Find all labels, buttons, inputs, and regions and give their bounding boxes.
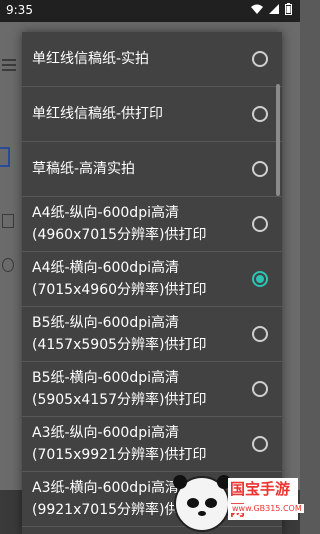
scrollbar[interactable]	[276, 84, 280, 196]
paper-option-label: A3纸-纵向-600dpi高清 (7015x9921分辨率)供打印	[32, 425, 207, 463]
radio-unchecked-icon[interactable]	[252, 51, 268, 67]
watermark-url: www.GB315.COM	[230, 504, 304, 513]
paper-option[interactable]: 单红线信稿纸-供打印	[22, 87, 282, 142]
status-time: 9:35	[6, 3, 33, 17]
option-list: 单红线信稿纸-实拍 单红线信稿纸-供打印 草稿纸-高清实拍 A4纸-纵向-600dpi…	[22, 32, 282, 527]
radio-unchecked-icon[interactable]	[252, 161, 268, 177]
status-icons	[251, 3, 292, 15]
panda-logo-icon	[173, 475, 231, 532]
paper-option[interactable]: B5纸-纵向-600dpi高清 (4157x5905分辨率)供打印	[22, 307, 282, 362]
radio-unchecked-icon[interactable]	[252, 106, 268, 122]
watermark: 国宝手游网 www.GB315.COM	[170, 470, 304, 532]
radio-unchecked-icon[interactable]	[252, 326, 268, 342]
battery-icon	[285, 3, 292, 15]
status-bar: 9:35	[0, 0, 300, 22]
paper-option[interactable]: 草稿纸-高清实拍	[22, 142, 282, 197]
watermark-brand: 国宝手游网	[228, 478, 298, 520]
paper-option-label: 草稿纸-高清实拍	[32, 161, 136, 177]
paper-option[interactable]: 单红线信稿纸-实拍	[22, 32, 282, 87]
radio-unchecked-icon[interactable]	[252, 216, 268, 232]
wifi-icon	[251, 4, 263, 14]
background-radio-icon	[2, 258, 14, 272]
menu-icon	[2, 56, 16, 74]
radio-unchecked-icon[interactable]	[252, 381, 268, 397]
paper-option-label: 单红线信稿纸-实拍	[32, 51, 150, 67]
background-selection-mark	[0, 147, 10, 167]
paper-option[interactable]: B5纸-横向-600dpi高清 (5905x4157分辨率)供打印	[22, 362, 282, 417]
paper-option-label: A4纸-横向-600dpi高清 (7015x4960分辨率)供打印	[32, 260, 207, 298]
signal-icon	[269, 4, 279, 14]
paper-option-label: B5纸-纵向-600dpi高清 (4157x5905分辨率)供打印	[32, 315, 207, 353]
paper-option-label: B5纸-横向-600dpi高清 (5905x4157分辨率)供打印	[32, 370, 207, 408]
radio-checked-icon[interactable]	[252, 271, 268, 287]
paper-option[interactable]: A4纸-横向-600dpi高清 (7015x4960分辨率)供打印	[22, 252, 282, 307]
radio-unchecked-icon[interactable]	[252, 436, 268, 452]
paper-option[interactable]: A4纸-纵向-600dpi高清 (4960x7015分辨率)供打印	[22, 197, 282, 252]
paper-option[interactable]: A3纸-纵向-600dpi高清 (7015x9921分辨率)供打印	[22, 417, 282, 472]
paper-type-dialog: 单红线信稿纸-实拍 单红线信稿纸-供打印 草稿纸-高清实拍 A4纸-纵向-600dpi…	[22, 32, 282, 534]
background-checkbox-icon	[2, 214, 14, 228]
paper-option-label: 单红线信稿纸-供打印	[32, 106, 164, 122]
paper-option-label: A4纸-纵向-600dpi高清 (4960x7015分辨率)供打印	[32, 205, 207, 243]
